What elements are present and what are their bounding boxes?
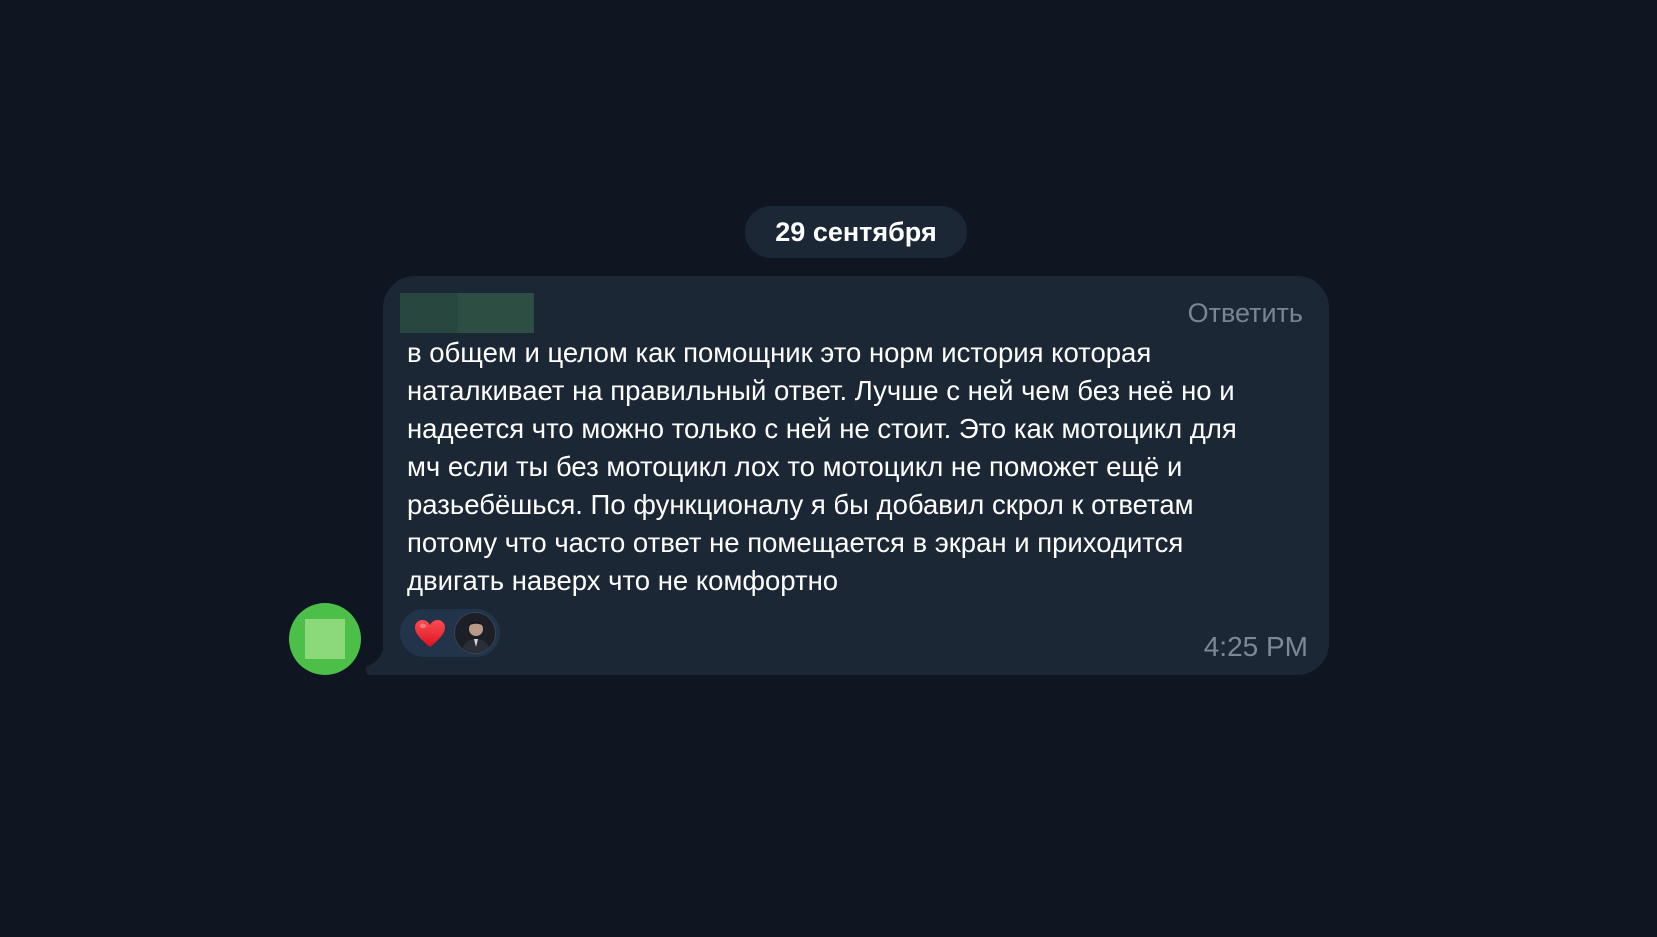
sender-avatar[interactable] bbox=[289, 603, 361, 675]
reactor-avatar[interactable] bbox=[454, 612, 496, 654]
heart-icon bbox=[415, 620, 445, 647]
message-text: в общем и целом как помощник это норм ис… bbox=[407, 337, 1237, 596]
person-photo-icon bbox=[455, 613, 495, 653]
message-timestamp: 4:25 PM bbox=[1203, 631, 1308, 662]
reply-button[interactable]: Ответить bbox=[1188, 298, 1303, 329]
sender-name-redacted[interactable] bbox=[400, 293, 534, 333]
date-divider: 29 сентября bbox=[745, 206, 967, 258]
reaction-chip[interactable] bbox=[400, 609, 500, 657]
